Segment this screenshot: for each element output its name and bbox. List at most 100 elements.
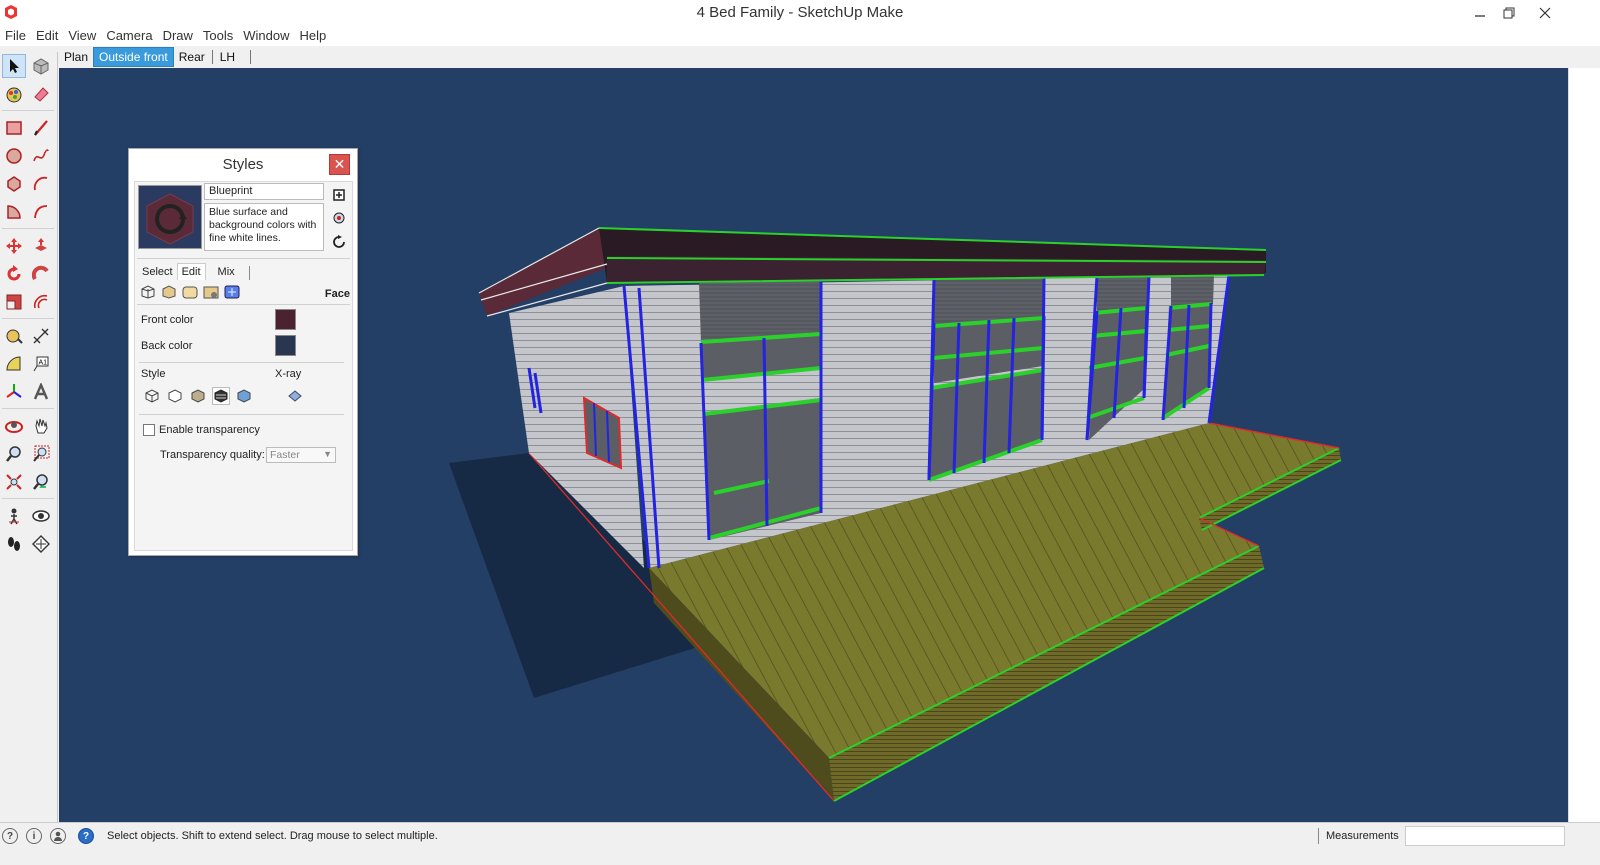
text-icon[interactable]: A1 <box>29 352 53 376</box>
update-style-button[interactable] <box>331 210 347 226</box>
chevron-down-icon: ▼ <box>323 449 332 459</box>
dimension-icon[interactable] <box>29 324 53 348</box>
style-description-field[interactable]: Blue surface and background colors with … <box>204 203 324 251</box>
zoom-window-icon[interactable] <box>29 442 53 466</box>
edge-settings-icon[interactable] <box>139 284 157 300</box>
select-tool-icon[interactable] <box>2 54 26 78</box>
geo-location-icon[interactable]: ? <box>2 828 18 844</box>
toolbar-divider <box>2 498 54 499</box>
two-point-arc-icon[interactable] <box>29 200 53 224</box>
styles-panel-close-button[interactable]: ✕ <box>329 154 350 175</box>
offset-icon[interactable] <box>29 290 53 314</box>
scene-tab-outside-front[interactable]: Outside front <box>93 47 174 67</box>
line-icon[interactable] <box>29 116 53 140</box>
tab-select[interactable]: Select <box>138 264 177 280</box>
edit-category-icons <box>139 284 241 300</box>
freehand-icon[interactable] <box>29 144 53 168</box>
zoom-icon[interactable] <box>2 442 26 466</box>
create-style-button[interactable] <box>331 186 347 202</box>
menu-edit[interactable]: Edit <box>31 26 63 46</box>
look-around-icon[interactable] <box>29 504 53 528</box>
previous-view-icon[interactable] <box>29 470 53 494</box>
axes-icon[interactable] <box>2 380 26 404</box>
tab-divider <box>248 266 250 280</box>
user-account-icon[interactable] <box>50 828 66 844</box>
status-bar: ? i ? Select objects. Shift to extend se… <box>0 822 1600 865</box>
watermark-settings-icon[interactable] <box>202 284 220 300</box>
styles-panel: Styles ✕ Blueprint Blue surface and back… <box>128 148 358 556</box>
menu-view[interactable]: View <box>63 26 101 46</box>
shaded-with-textures-style-icon[interactable] <box>212 387 230 405</box>
restore-button[interactable] <box>1494 2 1524 24</box>
tape-measure-icon[interactable] <box>2 324 26 348</box>
scene-divider <box>211 50 213 64</box>
back-color-swatch[interactable] <box>275 335 296 356</box>
instructor-help-icon[interactable]: ? <box>78 828 94 844</box>
shaded-style-icon[interactable] <box>189 387 207 405</box>
close-window-button[interactable] <box>1530 2 1560 24</box>
refresh-style-button[interactable] <box>331 234 347 250</box>
move-icon[interactable] <box>2 234 26 258</box>
polygon-icon[interactable] <box>2 172 26 196</box>
component-tool-icon[interactable] <box>29 54 53 78</box>
menu-draw[interactable]: Draw <box>158 26 198 46</box>
tab-mix[interactable]: Mix <box>214 264 239 280</box>
transparency-quality-select[interactable]: Faster ▼ <box>266 447 336 463</box>
zoom-extents-icon[interactable] <box>2 470 26 494</box>
style-thumbnail <box>138 185 202 249</box>
toolbar-divider <box>2 110 54 111</box>
front-color-swatch[interactable] <box>275 309 296 330</box>
scene-tab-plan[interactable]: Plan <box>59 48 93 66</box>
restore-icon <box>1503 7 1515 19</box>
style-preview-icon <box>139 186 201 248</box>
push-pull-icon[interactable] <box>29 234 53 258</box>
scale-icon[interactable] <box>2 290 26 314</box>
follow-me-icon[interactable] <box>29 262 53 286</box>
scene-tab-lh[interactable]: LH <box>215 48 240 66</box>
measurements-divider <box>1318 828 1319 844</box>
paint-bucket-icon[interactable] <box>2 82 26 106</box>
scene-tabs: Plan Outside front Rear LH <box>59 46 253 68</box>
hidden-line-style-icon[interactable] <box>166 387 184 405</box>
rectangle-icon[interactable] <box>2 116 26 140</box>
style-name-field[interactable]: Blueprint <box>204 183 324 200</box>
pie-icon[interactable] <box>2 200 26 224</box>
xray-toggle-icon[interactable] <box>286 387 304 405</box>
arc-icon[interactable] <box>29 172 53 196</box>
face-style-buttons <box>143 387 304 405</box>
wireframe-style-icon[interactable] <box>143 387 161 405</box>
scene-tab-rear[interactable]: Rear <box>174 48 210 66</box>
menu-file[interactable]: File <box>0 26 31 46</box>
menu-window[interactable]: Window <box>238 26 294 46</box>
position-camera-icon[interactable] <box>2 504 26 528</box>
measurements-input[interactable] <box>1405 826 1565 846</box>
menu-camera[interactable]: Camera <box>101 26 157 46</box>
minimize-button[interactable] <box>1465 2 1495 24</box>
rotate-icon[interactable] <box>2 262 26 286</box>
orbit-icon[interactable] <box>2 414 26 438</box>
front-color-label: Front color <box>141 314 194 326</box>
protractor-icon[interactable] <box>2 352 26 376</box>
walk-icon[interactable] <box>2 532 26 556</box>
back-color-label: Back color <box>141 340 193 352</box>
monochrome-style-icon[interactable] <box>235 387 253 405</box>
circle-icon[interactable] <box>2 144 26 168</box>
enable-transparency-checkbox[interactable] <box>143 424 155 436</box>
menu-bar: File Edit View Camera Draw Tools Window … <box>0 26 1600 46</box>
menu-help[interactable]: Help <box>295 26 332 46</box>
pan-icon[interactable] <box>29 414 53 438</box>
modeling-settings-icon[interactable] <box>223 284 241 300</box>
xray-label: X-ray <box>275 368 302 380</box>
face-settings-icon[interactable] <box>160 284 178 300</box>
background-settings-icon[interactable] <box>181 284 199 300</box>
credits-icon[interactable]: i <box>26 828 42 844</box>
menu-tools[interactable]: Tools <box>198 26 238 46</box>
tab-edit[interactable]: Edit <box>176 263 206 280</box>
toolbar-divider <box>2 228 54 229</box>
3d-text-icon[interactable] <box>29 380 53 404</box>
toolbar-divider <box>2 318 54 319</box>
save-style-icon <box>333 189 345 201</box>
panel-divider <box>139 414 344 415</box>
eraser-icon[interactable] <box>29 82 53 106</box>
section-plane-icon[interactable] <box>29 532 53 556</box>
